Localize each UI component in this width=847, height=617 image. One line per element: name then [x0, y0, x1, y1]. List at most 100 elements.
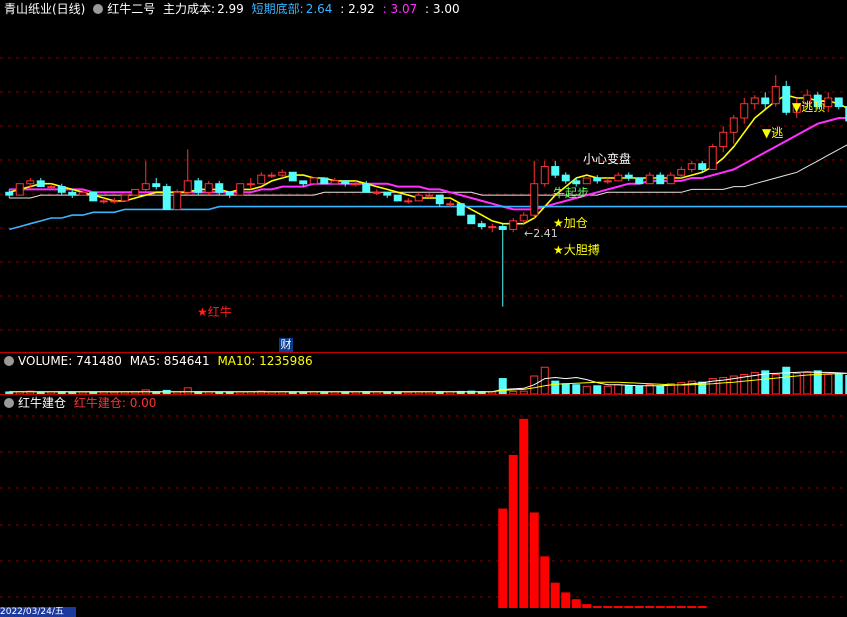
candle-body: [498, 226, 507, 230]
main-cost-label: 主力成本:: [163, 2, 216, 16]
indicator-name: 红牛二号: [107, 2, 156, 16]
candle-body: [183, 180, 192, 193]
volume-panel[interactable]: VOLUME: 741480 MA5: 854641 MA10: 1235986: [0, 353, 847, 394]
volume-header: VOLUME: 741480 MA5: 854641 MA10: 1235986: [4, 354, 317, 368]
build-value: 红牛建仓: 0.00: [73, 396, 157, 410]
candle-body: [26, 180, 35, 185]
candle-body: [5, 191, 14, 196]
candle-body: [152, 183, 161, 188]
build-bar: [498, 508, 508, 608]
main-cost-value: 2.99: [217, 2, 244, 16]
candle-body: [624, 174, 633, 179]
date-label: 2022/03/24/五: [0, 607, 76, 617]
candle-body: [582, 177, 591, 185]
candle-body: [425, 194, 434, 197]
candle-body: [236, 183, 245, 196]
candle-body: [708, 146, 717, 170]
bold-bet-label: ★大胆搏: [553, 243, 600, 257]
escape-top-label-2: ▼逃: [762, 126, 784, 140]
candle-body: [435, 194, 444, 205]
candle-body: [320, 177, 329, 185]
candle-body: [204, 183, 213, 193]
careful-change-label: 小心变盘: [583, 152, 632, 166]
candle-body: [99, 200, 108, 203]
build-bar: [687, 606, 697, 608]
volume-bar: [614, 384, 623, 394]
build-bar: [624, 606, 634, 608]
candle-body: [47, 186, 56, 189]
build-header: 红牛建仓 红牛建仓: 0.00: [4, 396, 160, 410]
candle-body: [824, 97, 833, 108]
candle-body: [278, 171, 287, 176]
candle-body: [414, 194, 423, 202]
build-bar: [571, 599, 581, 608]
candle-body: [540, 166, 549, 185]
candle-body: [729, 117, 738, 133]
build-bar: [634, 606, 644, 608]
finance-badge[interactable]: 财: [279, 338, 293, 352]
volume-bar: [498, 378, 507, 394]
candle-body: [393, 194, 402, 202]
build-bar: [519, 418, 529, 608]
candle-body: [162, 186, 171, 210]
build-bar: [540, 556, 550, 608]
candle-body: [761, 97, 770, 105]
build-bar: [676, 606, 686, 608]
candle-body: [603, 180, 612, 183]
price-panel[interactable]: 青山纸业(日线) 红牛二号 主力成本: 2.99 短期底部: 2.64 : 2.92…: [0, 0, 847, 352]
candle-body: [225, 191, 234, 196]
candle-body: [656, 174, 665, 185]
candle-body: [509, 220, 518, 230]
build-panel[interactable]: 红牛建仓 红牛建仓: 0.00: [0, 395, 847, 617]
candle-body: [750, 97, 759, 105]
volume-bar: [593, 385, 602, 394]
volume-toggle-icon[interactable]: [4, 356, 14, 366]
volume-bar: [824, 373, 833, 394]
candle-body: [698, 163, 707, 170]
indicator-toggle-icon[interactable]: [93, 4, 104, 14]
candle-body: [740, 103, 749, 119]
volume-label: VOLUME: 741480: [18, 354, 122, 368]
candle-body: [687, 163, 696, 170]
build-bar: [592, 606, 602, 608]
candle-body: [477, 223, 486, 228]
add-position-label: ★加仓: [553, 216, 588, 230]
candle-body: [36, 180, 45, 188]
build-bar: [550, 582, 560, 608]
volume-bar: [834, 372, 843, 394]
candlestick-chart[interactable]: [0, 0, 847, 352]
volume-bar: [551, 380, 560, 394]
build-bar: [603, 606, 613, 608]
build-bar: [613, 606, 623, 608]
volume-bar: [635, 385, 644, 394]
bull-start-label: 牛起步: [553, 186, 590, 200]
candle-body: [341, 180, 350, 185]
candle-body: [246, 183, 255, 186]
candle-body: [309, 177, 318, 185]
value-4: : 3.07: [382, 2, 418, 16]
candle-body: [57, 186, 66, 193]
volume-bar: [603, 385, 612, 394]
build-bar: [508, 454, 518, 608]
candle-body: [362, 183, 371, 193]
candle-body: [78, 191, 87, 196]
red-bull-label: ★红牛: [197, 305, 232, 319]
volume-bar: [582, 385, 591, 394]
escape-top-label: ▼逃顶: [792, 100, 826, 114]
build-chart[interactable]: [0, 395, 847, 617]
build-bar: [645, 606, 655, 608]
build-toggle-icon[interactable]: [4, 398, 14, 408]
volume-bar: [624, 385, 633, 394]
candle-body: [89, 191, 98, 202]
candle-body: [593, 177, 602, 182]
candle-body: [456, 203, 465, 216]
candle-body: [257, 174, 266, 185]
candle-body: [131, 188, 140, 196]
candle-body: [519, 214, 528, 222]
value-3: : 2.92: [340, 2, 375, 16]
candle-body: [288, 171, 297, 182]
low-price-label: ←2.41: [524, 227, 558, 240]
candle-body: [330, 180, 339, 185]
candle-body: [68, 191, 77, 196]
candle-body: [488, 226, 497, 229]
